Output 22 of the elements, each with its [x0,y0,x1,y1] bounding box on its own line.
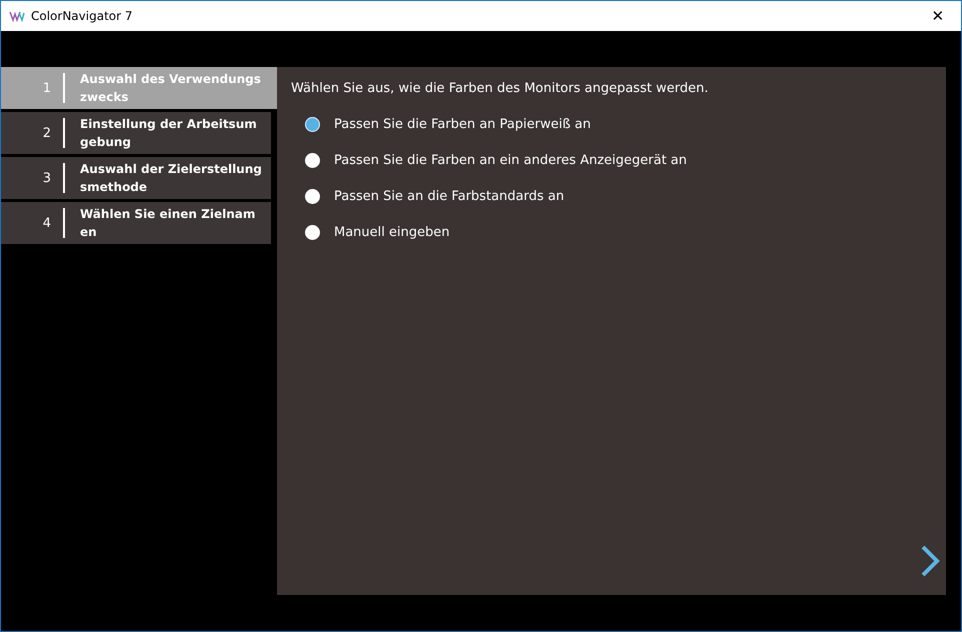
step-tab[interactable]: 3 Auswahl der Zielerstellung smethode [1,157,271,199]
option-label: Passen Sie an die Farbstandards an [334,188,564,204]
prompt-text: Wählen Sie aus, wie die Farben des Monitors angepasst werden. [291,81,710,96]
app-logo-icon [9,10,25,22]
option-label: Manuell eingeben [334,224,450,240]
radio-button[interactable] [305,152,320,168]
step-tab[interactable]: 2 Einstellung der Arbeitsum gebung [1,112,271,154]
radio-button[interactable] [305,116,320,132]
step-number: 1 [42,80,52,96]
step-number: 3 [42,170,52,186]
radio-button[interactable] [305,224,320,240]
radio-button[interactable] [305,188,320,204]
step-label: Auswahl der Zielerstellung smethode [80,161,262,196]
option-label: Passen Sie die Farben an Papierweiß an [334,116,591,132]
step-number: 4 [42,216,52,230]
step-label: Auswahl des Verwendungs zwecks [80,71,261,106]
step-label: Wählen Sie einen Zielnam en [80,206,256,241]
window-title: ColorNavigator 7 [31,9,132,23]
step-tab[interactable]: 4 Wählen Sie einen Zielnam en [1,202,271,244]
step-number: 2 [42,126,52,140]
option-label: Passen Sie die Farben an ein anderes Anzeigegerät an [334,152,687,168]
step-label: Einstellung der Arbeitsum gebung [80,116,257,151]
